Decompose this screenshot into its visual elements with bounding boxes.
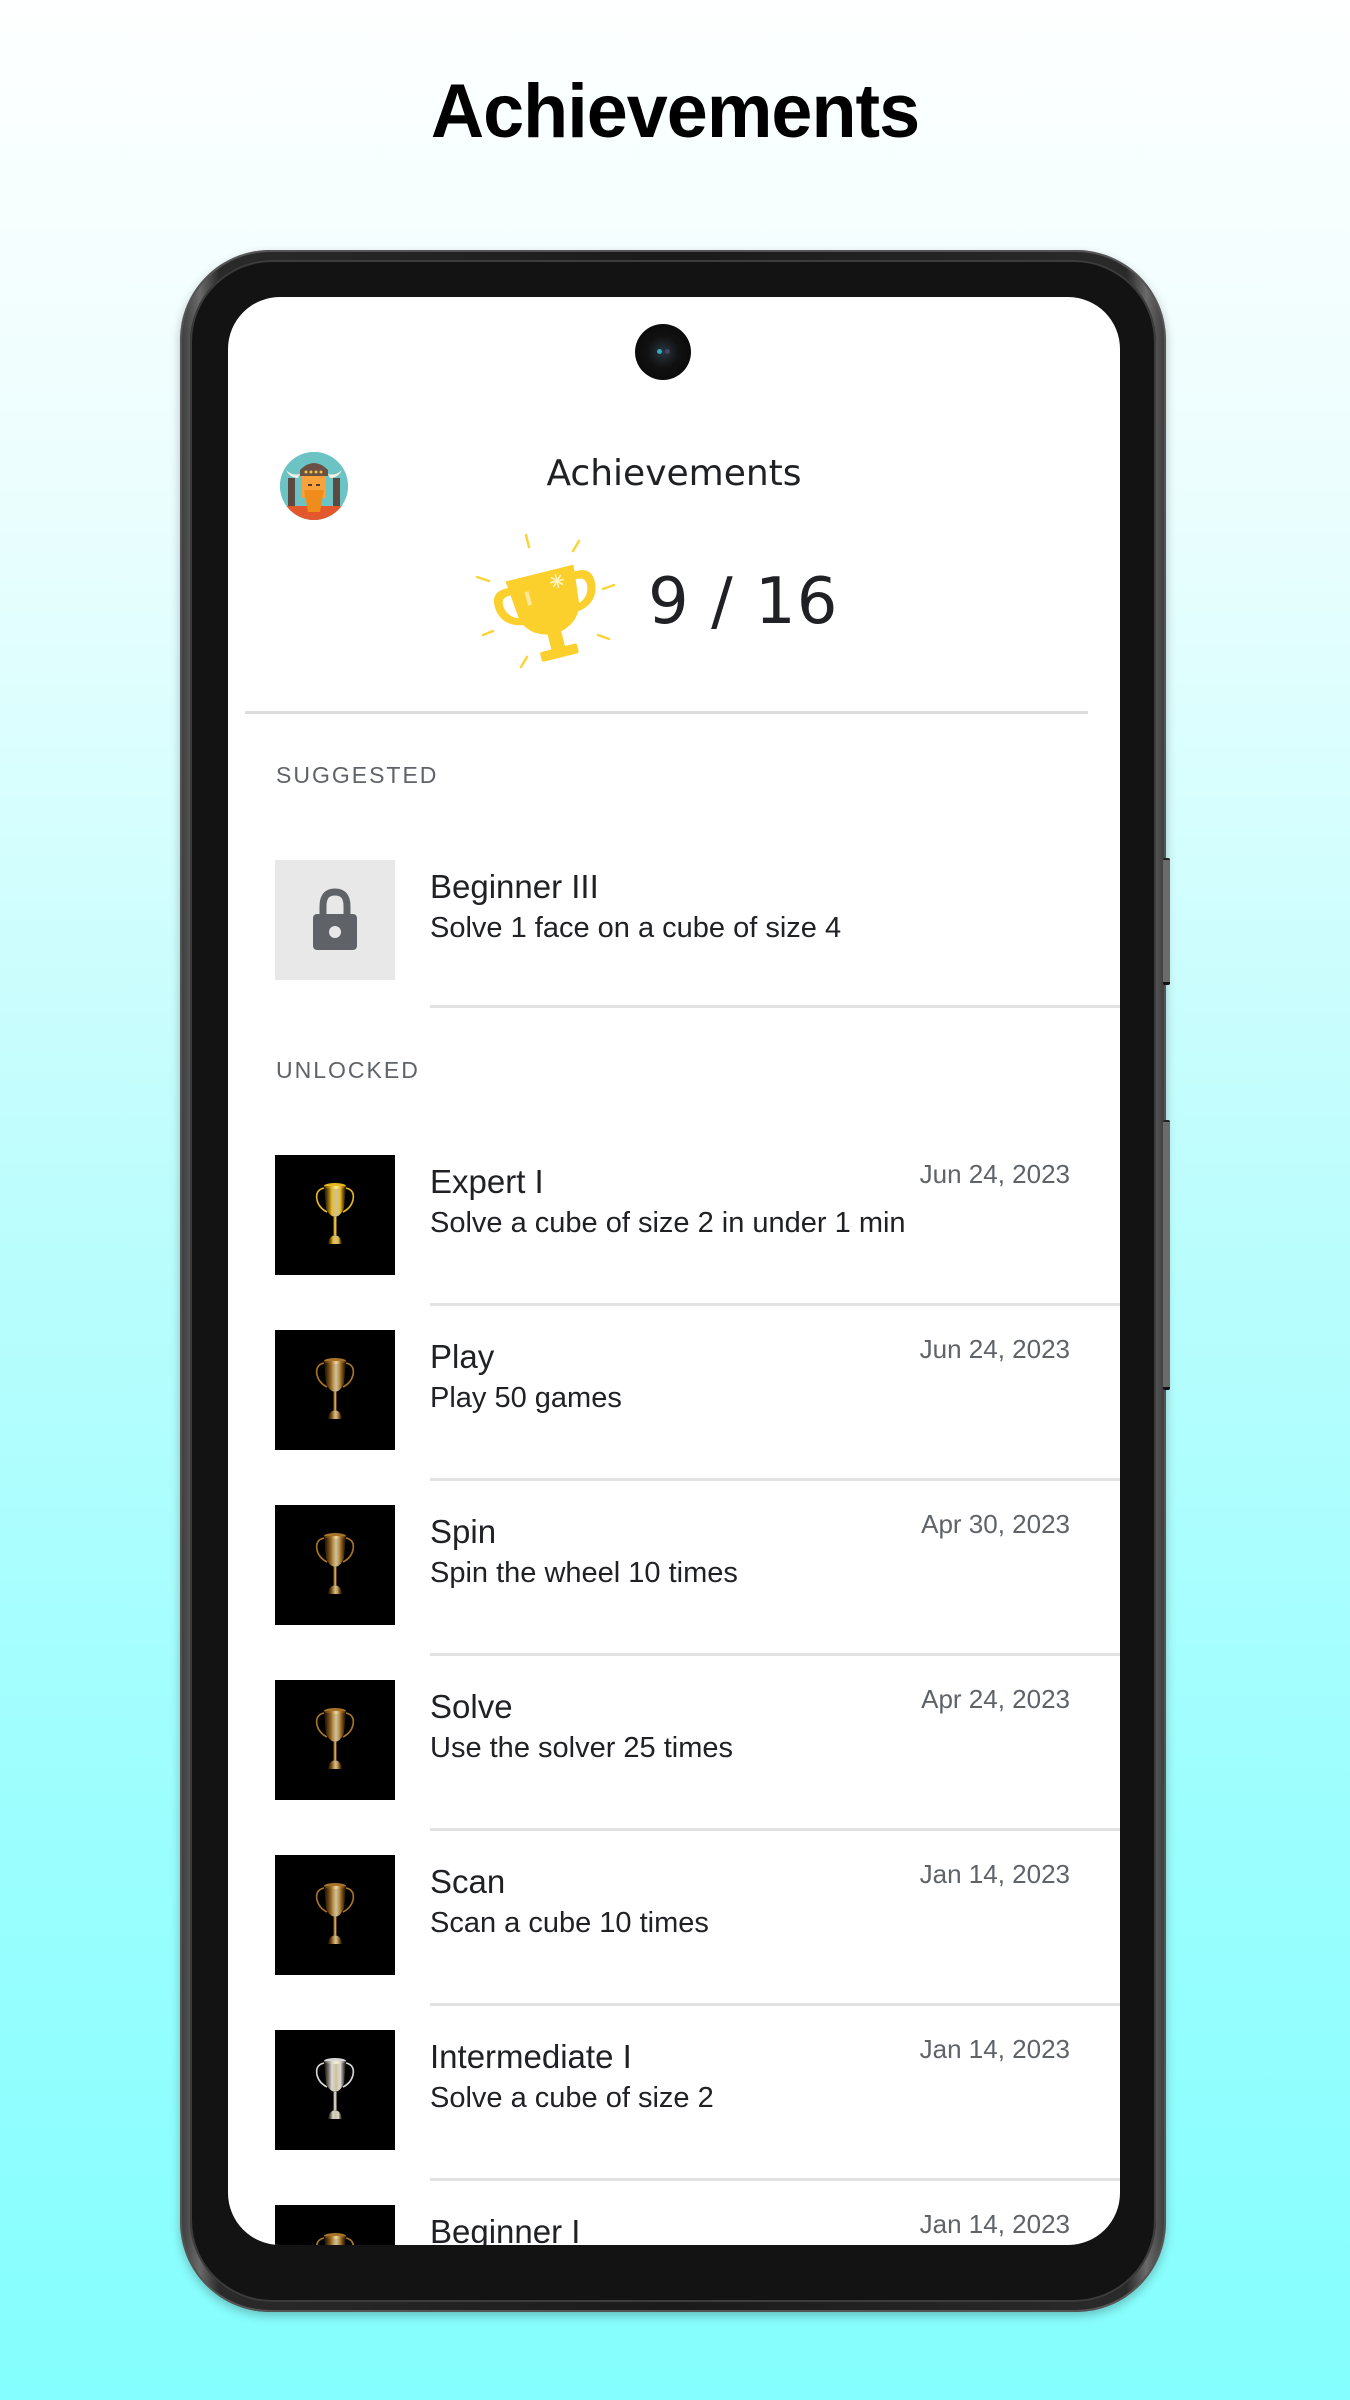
bronze-trophy-icon [315,1883,355,1944]
row-divider [430,1653,1120,1656]
achievement-title: Beginner III [430,868,599,905]
bronze-trophy-tile [275,1855,395,1975]
lock-icon [313,888,357,950]
achievement-row[interactable]: Beginner I Jan 14, 2023 [228,2205,1120,2245]
achievement-row[interactable]: Expert I Solve a cube of size 2 in under… [228,1155,1120,1330]
achievement-title: Solve [430,1688,513,1725]
achievement-description: Solve a cube of size 2 [430,2082,714,2114]
achievement-row[interactable]: Beginner III Solve 1 face on a cube of s… [228,860,1120,1035]
unlock-date: Jun 24, 2023 [919,1159,1070,1189]
bronze-trophy-tile [275,2205,395,2245]
header-divider [245,711,1088,714]
achievement-description: Scan a cube 10 times [430,1907,709,1939]
row-divider [430,2003,1120,2006]
achievement-title: Beginner I [430,2213,581,2245]
row-divider [430,1005,1120,1008]
trophy-icon [475,533,616,669]
unlock-date: Apr 30, 2023 [921,1509,1070,1539]
unlock-date: Apr 24, 2023 [921,1684,1070,1714]
section-label-suggested: SUGGESTED [276,762,439,788]
row-divider [430,1828,1120,1831]
achievement-title: Expert I [430,1163,544,1200]
bronze-trophy-tile [275,1680,395,1800]
volume-button [1163,1120,1170,1390]
bronze-trophy-tile [275,1505,395,1625]
bronze-trophy-icon [315,1708,355,1769]
achievement-title: Scan [430,1863,506,1900]
achievement-row[interactable]: Solve Use the solver 25 times Apr 24, 20… [228,1680,1120,1855]
unlock-date: Jan 14, 2023 [919,2209,1070,2239]
locked-tile [275,860,395,980]
achievement-description: Play 50 games [430,1382,622,1414]
power-button [1163,858,1170,985]
achievement-title: Play [430,1338,495,1375]
bronze-trophy-icon [315,1358,355,1419]
app-title: Achievements [546,453,802,494]
row-divider [430,1478,1120,1481]
silver-trophy-tile [275,2030,395,2150]
unlock-date: Jan 14, 2023 [919,2034,1070,2064]
gold-trophy-icon [315,1183,355,1244]
gold-trophy-tile [275,1155,395,1275]
achievement-progress: 9 / 16 [228,527,1120,687]
unlock-date: Jan 14, 2023 [919,1859,1070,1889]
achievement-title: Spin [430,1513,497,1550]
achievement-description: Solve 1 face on a cube of size 4 [430,912,842,944]
achievement-row[interactable]: Intermediate I Solve a cube of size 2 Ja… [228,2030,1120,2205]
page-headline: Achievements [430,69,920,154]
achievement-description: Use the solver 25 times [430,1732,734,1764]
bronze-trophy-icon [315,2233,355,2245]
achievement-row[interactable]: Play Play 50 games Jun 24, 2023 [228,1330,1120,1505]
achievement-description: Spin the wheel 10 times [430,1557,738,1589]
achievement-row[interactable]: Spin Spin the wheel 10 times Apr 30, 202… [228,1505,1120,1680]
bronze-trophy-icon [315,1533,355,1594]
progress-count: 9 / 16 [648,565,839,639]
row-divider [430,1303,1120,1306]
achievement-title: Intermediate I [430,2038,632,2075]
silver-trophy-icon [315,2058,355,2119]
unlock-date: Jun 24, 2023 [919,1334,1070,1364]
section-label-unlocked: UNLOCKED [276,1057,420,1083]
bronze-trophy-tile [275,1330,395,1450]
front-camera [635,324,691,380]
app-screen: Achievements 9 / 16 SUGGESTED Beginner I… [228,297,1120,2245]
row-divider [430,2178,1120,2181]
achievement-description: Solve a cube of size 2 in under 1 min [430,1207,906,1239]
achievement-row[interactable]: Scan Scan a cube 10 times Jan 14, 2023 [228,1855,1120,2030]
